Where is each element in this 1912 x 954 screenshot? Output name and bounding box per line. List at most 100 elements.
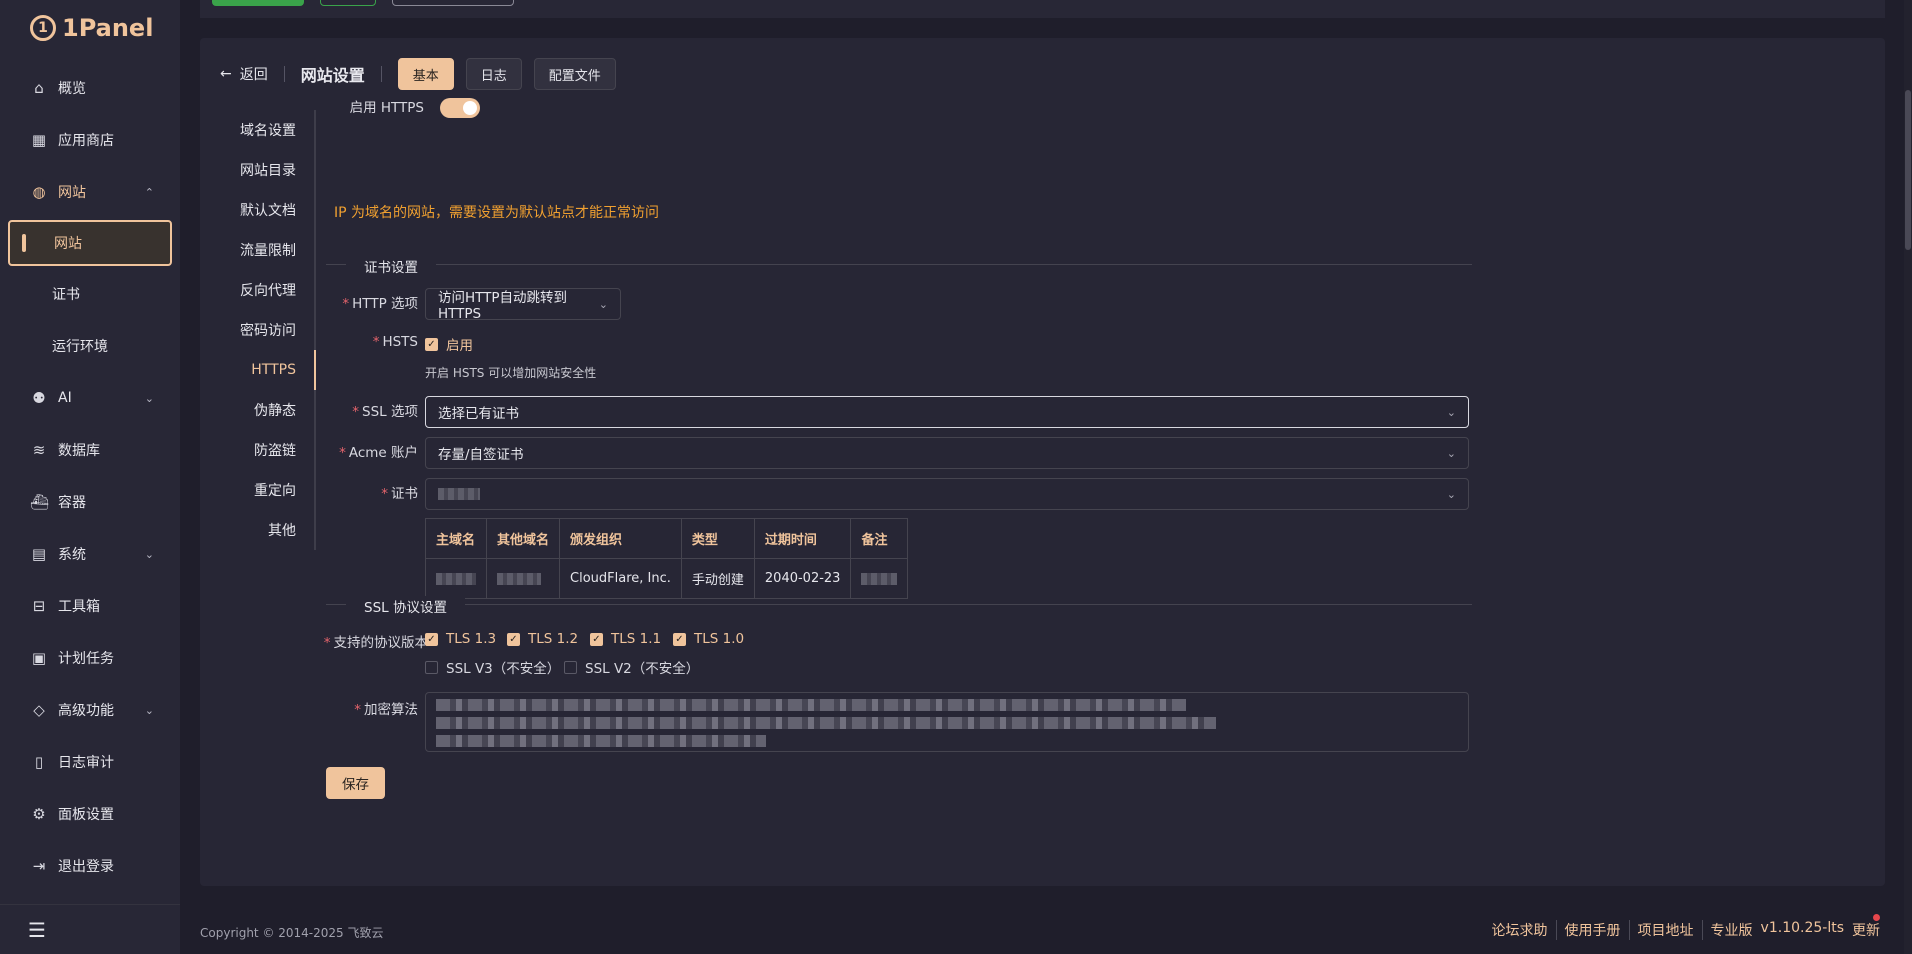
enable-https-switch[interactable] [440, 98, 480, 118]
subnav-site-dir[interactable]: 网站目录 [220, 150, 314, 190]
sidebar-item-system[interactable]: ▤ 系统 ⌄ [0, 528, 180, 580]
sidebar-item-audit-log[interactable]: ▯ 日志审计 [0, 736, 180, 788]
diamond-icon: ◇ [33, 701, 45, 719]
robot-icon: ⚉ [32, 389, 46, 407]
page-title: 网站设置 [300, 66, 365, 85]
gear-icon: ⚙ [32, 805, 46, 823]
pro-edition-link[interactable]: 专业版 [1711, 920, 1753, 940]
sidebar-item-ai[interactable]: ⚉ AI ⌄ [0, 372, 180, 424]
app-logo[interactable]: 1 1Panel [30, 10, 153, 46]
certificate-table: 主域名 其他域名 颁发组织 类型 过期时间 备注 CloudFlare, Inc… [425, 518, 909, 599]
update-link[interactable]: 更新 [1852, 914, 1880, 940]
top-green-button[interactable] [212, 0, 304, 6]
subnav-default-doc[interactable]: 默认文档 [220, 190, 314, 230]
sidebar-item-container[interactable]: ⛴ 容器 [0, 476, 180, 528]
header-tabs: 基本 日志 配置文件 [397, 58, 616, 90]
sidebar-item-website[interactable]: ◍ 网站 ⌃ [0, 166, 180, 218]
database-icon: ≋ [32, 441, 46, 459]
sidebar-item-label: 退出登录 [58, 859, 114, 875]
sslv3-checkbox[interactable]: SSL V3（不安全） [425, 657, 560, 677]
cell-remark [850, 558, 909, 599]
protocol-version-label-text: 支持的协议版本 [333, 635, 429, 651]
ip-warning-text: IP 为域名的网站，需要设置为默认站点才能正常访问 [334, 205, 660, 221]
project-link[interactable]: 项目地址 [1628, 920, 1702, 940]
back-button[interactable]: ← 返回 [220, 64, 268, 84]
subnav-hotlink[interactable]: 防盗链 [220, 430, 314, 470]
sidebar-item-cron[interactable]: ▣ 计划任务 [0, 632, 180, 684]
subnav-domain[interactable]: 域名设置 [220, 110, 314, 150]
tls12-checkbox[interactable]: ✓ TLS 1.2 [507, 631, 578, 647]
chevron-down-icon: ⌄ [1446, 405, 1456, 419]
redacted-text-line [436, 699, 1186, 711]
top-outline-button[interactable] [320, 0, 376, 6]
sslv2-checkbox[interactable]: SSL V2（不安全） [564, 657, 699, 677]
page-scrollbar[interactable] [1904, 0, 1912, 954]
calendar-icon: ▣ [31, 649, 47, 667]
sidebar-item-label: AI [58, 390, 72, 406]
hsts-checkbox-label: 启用 [446, 338, 473, 354]
logo-icon: 1 [30, 15, 56, 41]
sslv2-label: SSL V2（不安全） [585, 661, 700, 677]
manual-link[interactable]: 使用手册 [1555, 920, 1629, 940]
col-type: 类型 [680, 518, 755, 559]
sidebar-item-advanced[interactable]: ◇ 高级功能 ⌄ [0, 684, 180, 736]
check-icon[interactable]: ✓ [425, 632, 438, 646]
tls10-checkbox[interactable]: ✓ TLS 1.0 [673, 631, 744, 647]
check-icon[interactable]: ✓ [425, 337, 438, 351]
http-option-label-text: HTTP 选项 [352, 296, 418, 312]
save-button[interactable]: 保存 [326, 767, 385, 799]
cert-section-divider [326, 264, 1472, 265]
table-row: CloudFlare, Inc. 手动创建 2040-02-23 [425, 558, 909, 599]
sidebar-item-settings[interactable]: ⚙ 面板设置 [0, 788, 180, 840]
sidebar-subitem-runtime[interactable]: 运行环境 [0, 320, 180, 372]
sidebar-item-overview[interactable]: ⌂ 概览 [0, 62, 180, 114]
tab-logs[interactable]: 日志 [465, 58, 522, 90]
scrollbar-thumb[interactable] [1905, 90, 1911, 250]
subnav-rate-limit[interactable]: 流量限制 [220, 230, 314, 270]
checkbox-box[interactable] [564, 660, 577, 674]
sidebar-item-label: 概览 [58, 81, 86, 97]
subnav-rewrite[interactable]: 伪静态 [220, 390, 314, 430]
subnav-password-access[interactable]: 密码访问 [220, 310, 314, 350]
http-option-select[interactable]: 访问HTTP自动跳转到HTTPS ⌄ [425, 288, 621, 322]
sidebar-item-app-store[interactable]: ▦ 应用商店 [0, 114, 180, 166]
subnav-other[interactable]: 其他 [220, 510, 314, 550]
sidebar-subitem-label: 证书 [52, 287, 80, 303]
tab-config-file[interactable]: 配置文件 [533, 58, 616, 90]
tls13-checkbox[interactable]: ✓ TLS 1.3 [425, 631, 496, 647]
ssl-option-select[interactable]: 选择已有证书 ⌄ [425, 396, 1469, 428]
check-icon[interactable]: ✓ [507, 632, 520, 646]
logout-icon: ⇥ [32, 857, 46, 875]
tls11-checkbox[interactable]: ✓ TLS 1.1 [590, 631, 661, 647]
acme-account-select[interactable]: 存量/自签证书 ⌄ [425, 437, 1469, 469]
tls13-label: TLS 1.3 [446, 631, 497, 647]
sidebar-subitem-certificate[interactable]: 证书 [0, 268, 180, 320]
menu-collapse-icon[interactable]: ☰ [28, 918, 46, 942]
sidebar-item-label: 日志审计 [58, 755, 114, 771]
sidebar-item-logout[interactable]: ⇥ 退出登录 [0, 840, 180, 892]
sidebar-item-label: 工具箱 [58, 599, 100, 615]
top-plain-button[interactable] [392, 0, 514, 6]
hsts-checkbox-row[interactable]: ✓ 启用 [425, 334, 473, 354]
checkbox-box[interactable] [425, 660, 438, 674]
subnav-https[interactable]: HTTPS [220, 350, 316, 390]
required-mark: * [339, 445, 346, 461]
tls11-label: TLS 1.1 [611, 631, 662, 647]
check-icon[interactable]: ✓ [673, 632, 686, 646]
acme-account-label-text: Acme 账户 [348, 445, 418, 461]
chevron-down-icon: ⌄ [598, 297, 608, 311]
cipher-label: * 加密算法 [310, 698, 418, 718]
cert-section-title: 证书设置 [346, 256, 436, 276]
tab-basic[interactable]: 基本 [397, 58, 454, 90]
sidebar-subitem-label: 网站 [54, 236, 82, 252]
sidebar-subitem-website[interactable]: 网站 [8, 220, 172, 266]
cipher-textarea[interactable] [425, 692, 1469, 752]
sidebar-item-toolbox[interactable]: ⊟ 工具箱 [0, 580, 180, 632]
check-icon[interactable]: ✓ [590, 632, 603, 646]
sidebar-item-label: 数据库 [58, 443, 100, 459]
subnav-redirect[interactable]: 重定向 [220, 470, 314, 510]
certificate-select[interactable]: ⌄ [425, 478, 1469, 510]
sidebar-item-database[interactable]: ≋ 数据库 [0, 424, 180, 476]
subnav-reverse-proxy[interactable]: 反向代理 [220, 270, 314, 310]
forum-help-link[interactable]: 论坛求助 [1484, 920, 1556, 940]
